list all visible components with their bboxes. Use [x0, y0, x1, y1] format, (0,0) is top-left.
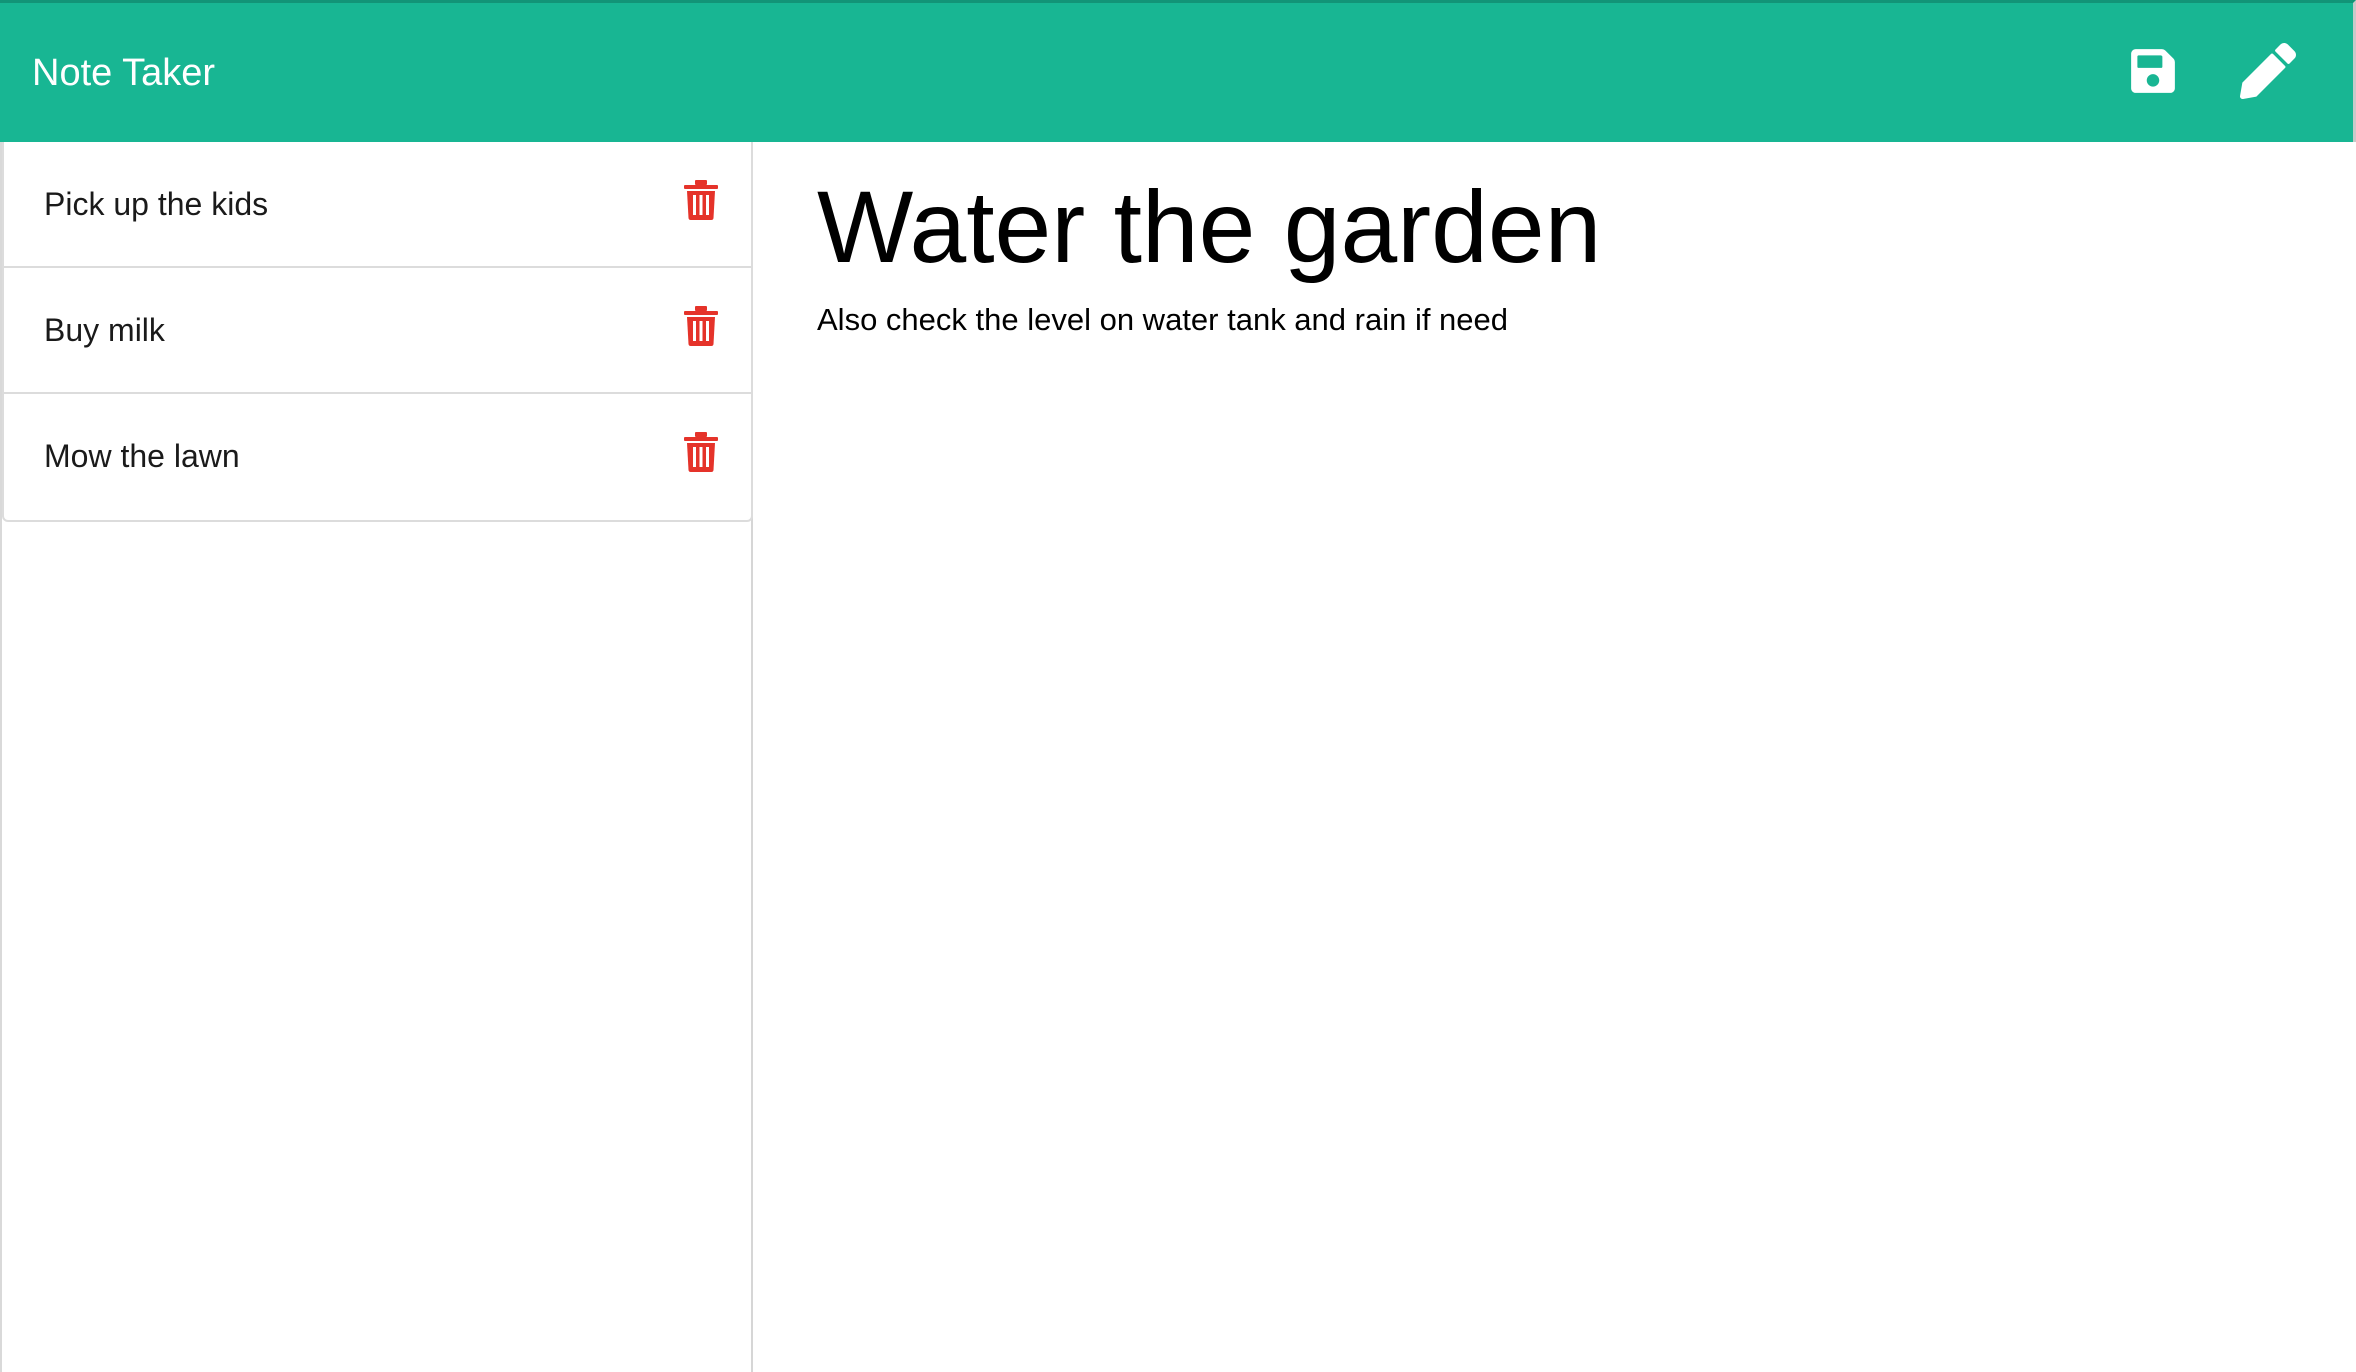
sidebar: Pick up the kids Buy milk Mow the lawn	[0, 142, 753, 1372]
save-icon	[2131, 49, 2175, 93]
note-title: Buy milk	[44, 312, 165, 348]
note-title: Pick up the kids	[44, 186, 269, 222]
pencil-icon	[2240, 43, 2296, 99]
delete-note-button[interactable]	[684, 432, 718, 472]
note-list: Pick up the kids Buy milk Mow the lawn	[2, 142, 753, 522]
trash-icon	[684, 306, 718, 346]
list-item[interactable]: Pick up the kids	[4, 142, 751, 268]
note-editor: Also check the level on water tank and r…	[755, 142, 2353, 1372]
note-title-input[interactable]	[817, 162, 2217, 292]
list-item[interactable]: Buy milk	[4, 268, 751, 394]
note-body-textarea[interactable]: Also check the level on water tank and r…	[817, 300, 2297, 1300]
navbar: Note Taker	[0, 0, 2356, 142]
note-taker-app: Note Taker Pick up the kids Buy milk Mow…	[0, 0, 2356, 1372]
new-note-button[interactable]	[2240, 43, 2296, 99]
note-title: Mow the lawn	[44, 438, 240, 474]
trash-icon	[684, 180, 718, 220]
app-title[interactable]: Note Taker	[32, 51, 215, 95]
delete-note-button[interactable]	[684, 180, 718, 220]
save-note-button[interactable]	[2128, 46, 2178, 96]
list-item[interactable]: Mow the lawn	[4, 394, 751, 520]
delete-note-button[interactable]	[684, 306, 718, 346]
trash-icon	[684, 432, 718, 472]
